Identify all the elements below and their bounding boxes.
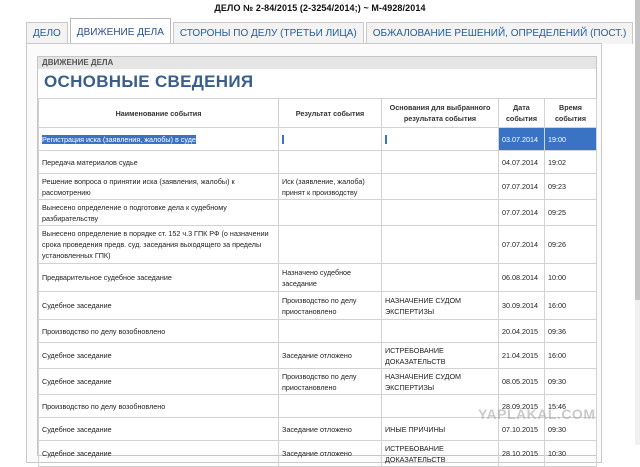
cell-time: 09:25 [544, 199, 597, 226]
cell-time: 10:00 [544, 263, 597, 292]
table-row: Производство по делу возобновлено 20.04.… [38, 319, 597, 343]
cell-basis: ИСТРЕБОВАНИЕ ДОКАЗАТЕЛЬСТВ [381, 440, 499, 467]
cell-time: 09:26 [544, 225, 597, 264]
tab-parties[interactable]: СТОРОНЫ ПО ДЕЛУ (ТРЕТЬИ ЛИЦА) [172, 22, 364, 44]
cell-result: Иск (заявление, жалоба) принят к произво… [278, 173, 382, 200]
section-title: ОСНОВНЫЕ СВЕДЕНИЯ [44, 72, 254, 91]
cell-basis: ИСТРЕБОВАНИЕ ДОКАЗАТЕЛЬСТВ [381, 342, 499, 369]
table-header-row: Наименование события Результат события О… [38, 98, 597, 128]
selection-caret [385, 135, 387, 145]
cell-basis [381, 199, 499, 226]
cell-basis [381, 225, 499, 264]
cell-event: Вынесено определение в порядке ст. 152 ч… [38, 225, 279, 264]
tab-appeals[interactable]: ОБЖАЛОВАНИЕ РЕШЕНИЙ, ОПРЕДЕЛЕНИЙ (ПОСТ.) [365, 22, 634, 44]
cell-event: Судебное заседание [38, 440, 279, 467]
cell-event: Судебное заседание [38, 291, 279, 320]
col-header-time: Время события [544, 98, 597, 128]
cell-event: Вынесено определение о подготовке дела к… [38, 199, 279, 226]
table-row: Судебное заседание Производство по делу … [38, 291, 597, 320]
cell-date: 06.08.2014 [498, 263, 545, 292]
table-row: Решение вопроса о принятии иска (заявлен… [38, 173, 597, 200]
cell-time: 19:02 [544, 150, 597, 174]
scrollbar-thumb[interactable] [635, 0, 640, 300]
selected-text: Регистрация иска (заявления, жалобы) в с… [42, 134, 196, 144]
cell-time: 16:00 [544, 342, 597, 369]
cell-time: 09:23 [544, 173, 597, 200]
selection-caret [282, 135, 284, 145]
cell-event: Регистрация иска (заявления, жалобы) в с… [38, 127, 279, 151]
table-row: Вынесено определение в порядке ст. 152 ч… [38, 225, 597, 264]
cell-time: 09:36 [544, 319, 597, 343]
cell-date: 20.04.2015 [498, 319, 545, 343]
table-row: Передача материалов судье 04.07.2014 19:… [38, 150, 597, 174]
cell-date: 28.10.2015 [498, 440, 545, 467]
tab-case[interactable]: ДЕЛО [26, 22, 68, 44]
table-row: Вынесено определение о подготовке дела к… [38, 199, 597, 226]
cell-date: 08.05.2015 [498, 368, 545, 395]
cell-event: Передача материалов судье [38, 150, 279, 174]
cell-event: Судебное заседание [38, 342, 279, 369]
cell-result: Заседание отложено [278, 417, 382, 441]
col-header-date: Дата события [498, 98, 545, 128]
cell-basis [381, 319, 499, 343]
col-header-result: Результат события [278, 98, 382, 128]
cell-event: Решение вопроса о принятии иска (заявлен… [38, 173, 279, 200]
cell-date: 04.07.2014 [498, 150, 545, 174]
tab-bar: ДЕЛО ДВИЖЕНИЕ ДЕЛА СТОРОНЫ ПО ДЕЛУ (ТРЕТ… [26, 18, 635, 44]
cell-result [278, 394, 382, 418]
cell-basis: НАЗНАЧЕНИЕ СУДОМ ЭКСПЕРТИЗЫ [381, 368, 499, 395]
cell-time: 16:00 [544, 291, 597, 320]
cell-result [278, 319, 382, 343]
cell-result [278, 127, 382, 151]
table-row: Судебное заседание Заседание отложено ИС… [38, 342, 597, 369]
cell-result: Производство по делу приостановлено [278, 368, 382, 395]
cell-date: 07.07.2014 [498, 225, 545, 264]
cell-event: Судебное заседание [38, 417, 279, 441]
cell-event: Судебное заседание [38, 368, 279, 395]
cell-basis: НАЗНАЧЕНИЕ СУДОМ ЭКСПЕРТИЗЫ [381, 291, 499, 320]
cell-basis [381, 150, 499, 174]
cell-result: Назначено судебное заседание [278, 263, 382, 292]
cell-event: Производство по делу возобновлено [38, 394, 279, 418]
cell-date: 07.07.2014 [498, 199, 545, 226]
table-row: Предварительное судебное заседание Назна… [38, 263, 597, 292]
section-label: ДВИЖЕНИЕ ДЕЛА [38, 57, 596, 69]
table-row: Судебное заседание Заседание отложено ИС… [38, 440, 597, 467]
cell-time: 19:00 [544, 127, 597, 151]
table-row: Судебное заседание Производство по делу … [38, 368, 597, 395]
case-title: ДЕЛО № 2-84/2015 (2-3254/2014;) ~ М-4928… [214, 3, 426, 13]
tab-case-movement[interactable]: ДВИЖЕНИЕ ДЕЛА [69, 18, 171, 44]
table-row: Регистрация иска (заявления, жалобы) в с… [38, 127, 597, 151]
watermark: YAPLAKAL.COM [478, 406, 596, 422]
cell-date: 03.07.2014 [498, 127, 545, 151]
cell-event: Производство по делу возобновлено [38, 319, 279, 343]
cell-event: Предварительное судебное заседание [38, 263, 279, 292]
cell-result [278, 199, 382, 226]
cell-date: 07.07.2014 [498, 173, 545, 200]
cell-date: 21.04.2015 [498, 342, 545, 369]
cell-result [278, 150, 382, 174]
cell-date: 30.09.2014 [498, 291, 545, 320]
cell-result: Заседание отложено [278, 440, 382, 467]
cell-time: 09:30 [544, 368, 597, 395]
cell-time: 10:30 [544, 440, 597, 467]
col-header-event: Наименование события [38, 98, 279, 128]
cell-basis [381, 127, 499, 151]
cell-result: Производство по делу приостановлено [278, 291, 382, 320]
cell-result: Заседание отложено [278, 342, 382, 369]
page-scrollbar[interactable] [635, 0, 640, 445]
col-header-basis: Основания для выбранного результата собы… [381, 98, 499, 128]
cell-basis [381, 173, 499, 200]
cell-result [278, 225, 382, 264]
cell-basis [381, 263, 499, 292]
